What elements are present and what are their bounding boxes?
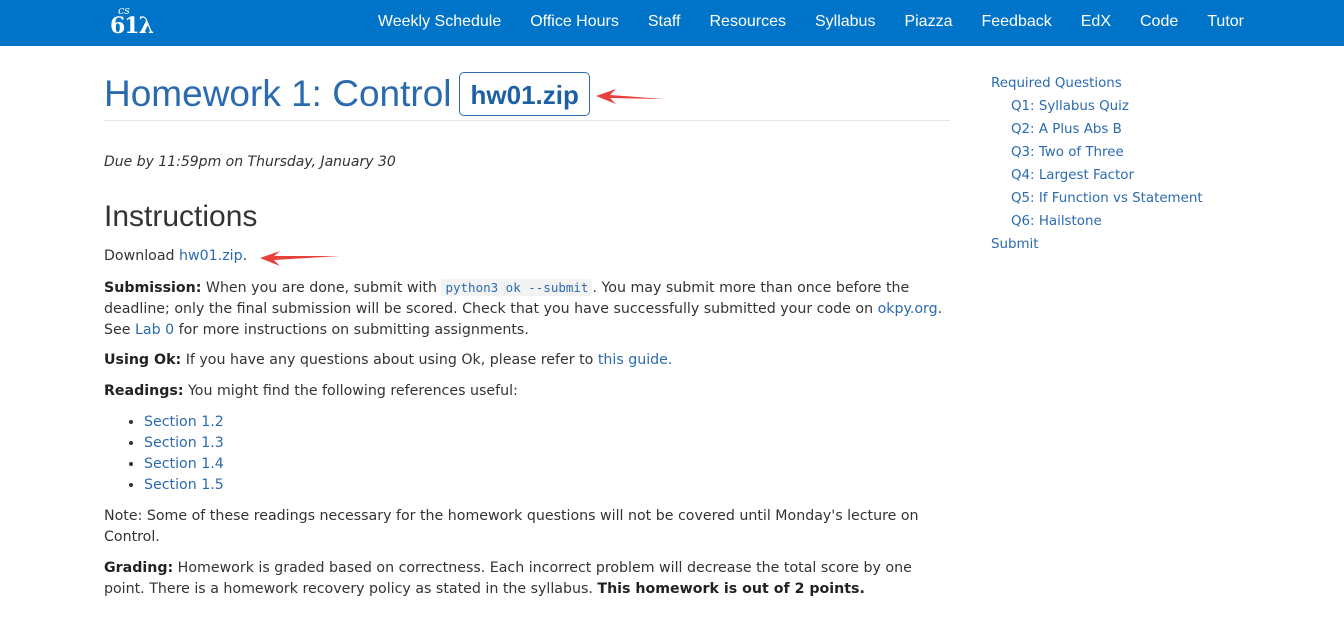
download-paragraph: Download hw01.zip. bbox=[104, 246, 954, 267]
cs61a-logo[interactable]: cs 61λ bbox=[110, 4, 162, 42]
list-item: Section 1.2 bbox=[144, 412, 224, 433]
submission-text: for more instructions on submitting assi… bbox=[174, 322, 529, 338]
page-title: Homework 1: Control bbox=[104, 73, 452, 114]
reading-link-section-1-2[interactable]: Section 1.2 bbox=[144, 414, 224, 430]
toc-q2[interactable]: Q2: A Plus Abs B bbox=[991, 118, 1203, 141]
readings-list: Section 1.2 Section 1.3 Section 1.4 Sect… bbox=[104, 412, 224, 496]
table-of-contents: Required Questions Q1: Syllabus Quiz Q2:… bbox=[991, 72, 1203, 256]
toc-submit[interactable]: Submit bbox=[991, 233, 1203, 256]
nav-code[interactable]: Code bbox=[1125, 13, 1192, 34]
submission-paragraph: Submission: When you are done, submit wi… bbox=[104, 277, 954, 341]
list-item: Section 1.3 bbox=[144, 433, 224, 454]
submit-command: python3 ok --submit bbox=[441, 279, 593, 296]
nav-resources[interactable]: Resources bbox=[694, 13, 799, 34]
nav-feedback[interactable]: Feedback bbox=[966, 13, 1065, 34]
nav-links: Weekly Schedule Office Hours Staff Resou… bbox=[363, 0, 1258, 46]
using-ok-paragraph: Using Ok: If you have any questions abou… bbox=[104, 350, 954, 371]
nav-edx[interactable]: EdX bbox=[1066, 13, 1125, 34]
hw-zip-download-button[interactable]: hw01.zip bbox=[458, 72, 590, 116]
download-zip-link[interactable]: hw01.zip bbox=[179, 248, 243, 264]
reading-link-section-1-4[interactable]: Section 1.4 bbox=[144, 456, 224, 472]
download-suffix: . bbox=[242, 248, 248, 264]
list-item: Section 1.4 bbox=[144, 454, 224, 475]
readings-text: You might find the following references … bbox=[183, 383, 518, 399]
readings-paragraph: Readings: You might find the following r… bbox=[104, 381, 954, 402]
nav-weekly-schedule[interactable]: Weekly Schedule bbox=[363, 13, 515, 34]
toc-q4[interactable]: Q4: Largest Factor bbox=[991, 164, 1203, 187]
title-row: Homework 1: Control hw01.zip bbox=[104, 70, 590, 118]
top-navbar: cs 61λ Weekly Schedule Office Hours Staf… bbox=[0, 0, 1344, 46]
toc-required-questions[interactable]: Required Questions bbox=[991, 72, 1203, 95]
using-ok-label: Using Ok: bbox=[104, 352, 182, 368]
nav-syllabus[interactable]: Syllabus bbox=[800, 13, 889, 34]
okpy-link[interactable]: okpy.org bbox=[878, 301, 938, 317]
using-ok-text: If you have any questions about using Ok… bbox=[181, 352, 598, 368]
toc-q6[interactable]: Q6: Hailstone bbox=[991, 210, 1203, 233]
logo-number-text: 61λ bbox=[110, 13, 154, 39]
reading-link-section-1-3[interactable]: Section 1.3 bbox=[144, 435, 224, 451]
toc-q3[interactable]: Q3: Two of Three bbox=[991, 141, 1203, 164]
annotation-arrow-icon bbox=[596, 89, 664, 104]
nav-piazza[interactable]: Piazza bbox=[889, 13, 966, 34]
readings-note: Note: Some of these readings necessary f… bbox=[104, 508, 919, 545]
nav-tutor[interactable]: Tutor bbox=[1192, 13, 1258, 34]
title-divider bbox=[104, 120, 950, 121]
list-item: Section 1.5 bbox=[144, 475, 224, 496]
nav-staff[interactable]: Staff bbox=[633, 13, 695, 34]
submission-text: When you are done, submit with bbox=[201, 280, 442, 296]
toc-q5[interactable]: Q5: If Function vs Statement bbox=[991, 187, 1203, 210]
download-prefix: Download bbox=[104, 248, 180, 264]
toc-q1[interactable]: Q1: Syllabus Quiz bbox=[991, 95, 1203, 118]
due-date: Due by 11:59pm on Thursday, January 30 bbox=[104, 154, 396, 170]
nav-office-hours[interactable]: Office Hours bbox=[515, 13, 633, 34]
instructions-heading: Instructions bbox=[104, 200, 258, 233]
grading-label: Grading: bbox=[104, 560, 174, 576]
grading-paragraph: Grading: Homework is graded based on cor… bbox=[104, 558, 954, 600]
ok-guide-link[interactable]: this guide. bbox=[598, 352, 673, 368]
reading-link-section-1-5[interactable]: Section 1.5 bbox=[144, 477, 224, 493]
readings-label: Readings: bbox=[104, 383, 184, 399]
grading-points: This homework is out of 2 points. bbox=[597, 581, 865, 597]
lab0-link[interactable]: Lab 0 bbox=[135, 322, 174, 338]
submission-label: Submission: bbox=[104, 280, 202, 296]
